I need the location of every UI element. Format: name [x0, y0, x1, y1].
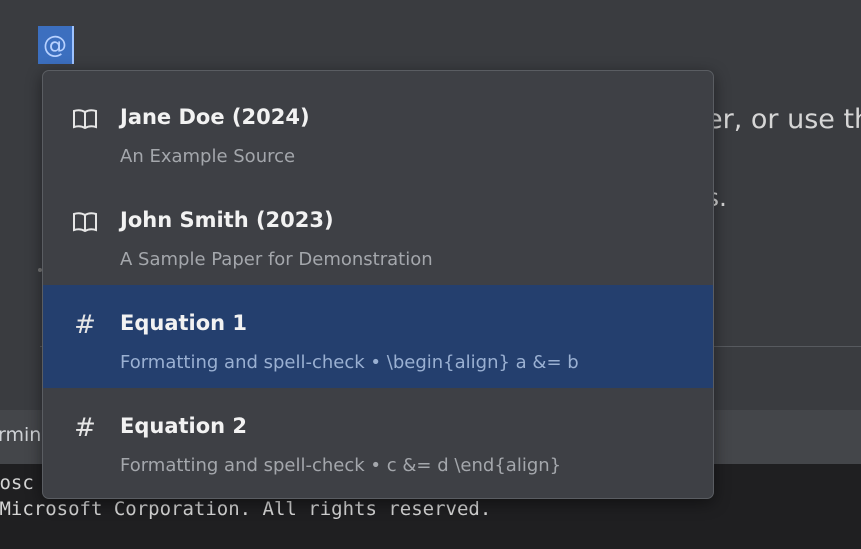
suggestion-subtitle: A Sample Paper for Demonstration	[120, 249, 433, 270]
terminal-line: rosc	[0, 472, 34, 494]
suggestion-subtitle: An Example Source	[120, 146, 296, 167]
suggestion-title: Jane Doe (2024)	[120, 105, 310, 129]
book-icon	[71, 105, 99, 133]
suggestion-popup: Jane Doe (2024) An Example Source John S…	[42, 70, 714, 499]
at-glyph: @	[43, 31, 67, 59]
suggestion-item-equation-2[interactable]: # Equation 2 Formatting and spell-check …	[43, 388, 713, 491]
book-icon	[71, 208, 99, 236]
suggestion-title: Equation 1	[120, 311, 248, 335]
tab-terminal[interactable]: rmin	[0, 424, 41, 446]
editor-text-fragment-1: er, or use th	[706, 104, 861, 135]
suggestion-subtitle: Formatting and spell-check • \begin{alig…	[120, 352, 579, 373]
mention-token: @	[38, 26, 74, 64]
suggestion-item-john-smith[interactable]: John Smith (2023) A Sample Paper for Dem…	[43, 182, 713, 285]
hash-icon: #	[74, 413, 96, 443]
suggestion-title: Equation 2	[120, 414, 248, 438]
suggestion-item-equation-1[interactable]: # Equation 1 Formatting and spell-check …	[43, 285, 713, 388]
suggestion-item-jane-doe[interactable]: Jane Doe (2024) An Example Source	[43, 79, 713, 182]
suggestion-title: John Smith (2023)	[120, 208, 334, 232]
hash-icon: #	[74, 310, 96, 340]
terminal-line: Microsoft Corporation. All rights reserv…	[0, 498, 492, 520]
suggestion-subtitle: Formatting and spell-check • c &= d \end…	[120, 455, 562, 476]
